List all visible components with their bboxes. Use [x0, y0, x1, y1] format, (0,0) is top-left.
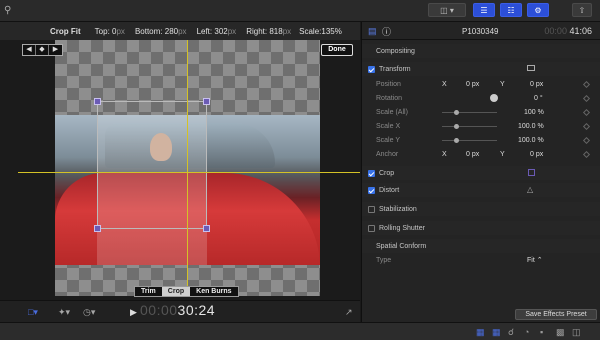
anchor-row: Anchor X 0 px Y 0 px — [362, 147, 600, 161]
save-effects-preset-button[interactable]: Save Effects Preset — [515, 309, 597, 320]
type-dropdown[interactable]: Fit ⌃ — [527, 256, 543, 264]
crop-info-bar: Crop Fit Top: 0px Bottom: 280px Left: 30… — [0, 22, 360, 40]
scale-x-slider[interactable] — [442, 126, 497, 127]
crop-handle-bottom-right[interactable] — [203, 225, 210, 232]
position-row: Position X 0 px Y 0 px — [362, 77, 600, 91]
crop-handle-top-left[interactable] — [94, 98, 101, 105]
spatial-conform-section[interactable]: Spatial Conform — [362, 239, 600, 253]
keyframe-controls: ◀ ◆ ▶ — [22, 44, 63, 56]
enhance-icon[interactable]: ✦▾ — [58, 307, 70, 318]
type-row: Type Fit ⌃ — [376, 256, 543, 265]
crop-rectangle[interactable] — [97, 101, 207, 229]
viewer: Crop Fit Top: 0px Bottom: 280px Left: 30… — [0, 22, 360, 322]
scale-x-field[interactable]: 100.0 % — [518, 123, 544, 130]
rolling-shutter-section[interactable]: Rolling Shutter — [362, 221, 600, 235]
vertical-guide-line — [187, 40, 188, 296]
scale-all-slider-knob[interactable] — [454, 110, 459, 115]
stabilization-checkbox[interactable] — [368, 205, 375, 213]
browser-toggle-icon[interactable]: ☷ — [500, 3, 522, 17]
add-keyframe-icon[interactable]: ◆ — [36, 45, 49, 55]
keyframe-icon[interactable] — [582, 122, 591, 130]
layout-menu-button[interactable]: ◫ ▾ — [428, 3, 466, 17]
position-y-field[interactable]: 0 px — [530, 81, 543, 88]
transform-onscreen-icon[interactable] — [527, 65, 535, 71]
keyframe-icon[interactable] — [582, 136, 591, 144]
crop-onscreen-icon[interactable] — [528, 169, 535, 176]
keyframe-icon[interactable] — [582, 108, 591, 116]
clip-name: P1030349 — [462, 27, 499, 36]
snapping-icon[interactable]: ▦ — [492, 327, 501, 338]
crop-handle-top-right[interactable] — [203, 98, 210, 105]
distort-section[interactable]: Distort △ — [362, 183, 600, 197]
ken-burns-mode-button[interactable]: Ken Burns — [190, 287, 238, 296]
crop-mode-selector: Trim Crop Ken Burns — [134, 286, 239, 297]
headphones-icon[interactable]: ☌ — [508, 327, 514, 338]
share-icon[interactable]: ⇧ — [572, 3, 592, 17]
scale-x-row: Scale X 100.0 % — [362, 119, 600, 133]
crop-handle-bottom-left[interactable] — [94, 225, 101, 232]
scale-x-slider-knob[interactable] — [454, 124, 459, 129]
trim-mode-button[interactable]: Trim — [135, 287, 162, 296]
transform-checkbox[interactable] — [368, 65, 375, 73]
crop-tool-icon[interactable]: □▾ — [28, 307, 38, 318]
fullscreen-icon[interactable]: ↗ — [345, 307, 353, 318]
inspector-header: ▤ ⓘ P1030349 00:00 41:06 — [362, 22, 600, 40]
bottom-toolbar: ▦ ▦ ☌ ◔ ▪ ▩ ◫ — [0, 322, 600, 340]
crop-bottom-readout: Bottom: 280px — [134, 26, 187, 36]
horizontal-guide-line — [18, 172, 360, 173]
scale-y-slider-knob[interactable] — [454, 138, 459, 143]
stabilization-section[interactable]: Stabilization — [362, 202, 600, 216]
crop-section[interactable]: Crop — [362, 166, 600, 180]
compositing-section[interactable]: Compositing — [362, 44, 600, 58]
inspector-panel: ▤ ⓘ P1030349 00:00 41:06 Compositing Tra… — [361, 22, 600, 322]
rolling-shutter-checkbox[interactable] — [368, 224, 375, 232]
search-icon[interactable]: ⚲ — [4, 3, 11, 17]
clip-appearance-icon[interactable]: ▪ — [540, 327, 543, 337]
distort-onscreen-icon[interactable]: △ — [527, 185, 533, 194]
scale-y-slider[interactable] — [442, 140, 497, 141]
solo-icon[interactable]: ◔ — [524, 327, 529, 337]
scale-all-row: Scale (All) 100 % — [362, 105, 600, 119]
distort-checkbox[interactable] — [368, 186, 375, 194]
speed-icon[interactable]: ◷▾ — [83, 307, 95, 318]
scale-y-field[interactable]: 100.0 % — [518, 137, 544, 144]
previous-keyframe-icon[interactable]: ◀ — [23, 45, 36, 55]
playhead-timecode: 00:0030:24 — [140, 302, 216, 318]
video-inspector-icon[interactable]: ▤ — [368, 26, 377, 37]
rotation-dial[interactable] — [490, 94, 498, 102]
transitions-browser-icon[interactable]: ◫ — [572, 327, 581, 338]
crop-left-readout: Left: 302px — [196, 26, 237, 36]
timeline-icon[interactable]: ☰ — [473, 3, 495, 17]
crop-checkbox[interactable] — [368, 169, 375, 177]
crop-scale-readout: Scale:135% — [299, 26, 342, 36]
next-keyframe-icon[interactable]: ▶ — [49, 45, 62, 55]
inspector-toggle-icon[interactable]: ⚙ — [527, 3, 549, 17]
keyframe-icon[interactable] — [582, 150, 591, 158]
scale-all-slider[interactable] — [442, 112, 497, 113]
effects-browser-icon[interactable]: ▩ — [556, 327, 565, 338]
scale-y-row: Scale Y 100.0 % — [362, 133, 600, 147]
audio-skimming-icon[interactable]: ▦ — [476, 327, 485, 338]
play-icon[interactable]: ▶ — [130, 307, 137, 318]
crop-mode-button[interactable]: Crop — [161, 287, 191, 296]
done-button[interactable]: Done — [321, 44, 353, 56]
keyframe-icon[interactable] — [582, 80, 591, 88]
rotation-field[interactable]: 0 ° — [534, 95, 543, 102]
clip-duration: 00:00 41:06 — [544, 26, 592, 36]
keyframe-icon[interactable] — [582, 94, 591, 102]
transform-section[interactable]: Transform — [362, 62, 600, 76]
crop-top-readout: Top: 0px — [94, 26, 125, 36]
anchor-y-field[interactable]: 0 px — [530, 151, 543, 158]
top-toolbar: ⚲ ◫ ▾ ☰ ☷ ⚙ ⇧ — [0, 0, 600, 22]
crop-right-readout: Right: 818px — [246, 26, 292, 36]
scale-all-field[interactable]: 100 % — [524, 109, 544, 116]
crop-mode-label: Crop Fit — [50, 26, 81, 36]
position-x-field[interactable]: 0 px — [466, 81, 479, 88]
anchor-x-field[interactable]: 0 px — [466, 151, 479, 158]
rotation-row: Rotation 0 ° — [362, 91, 600, 105]
info-icon[interactable]: ⓘ — [382, 25, 391, 38]
